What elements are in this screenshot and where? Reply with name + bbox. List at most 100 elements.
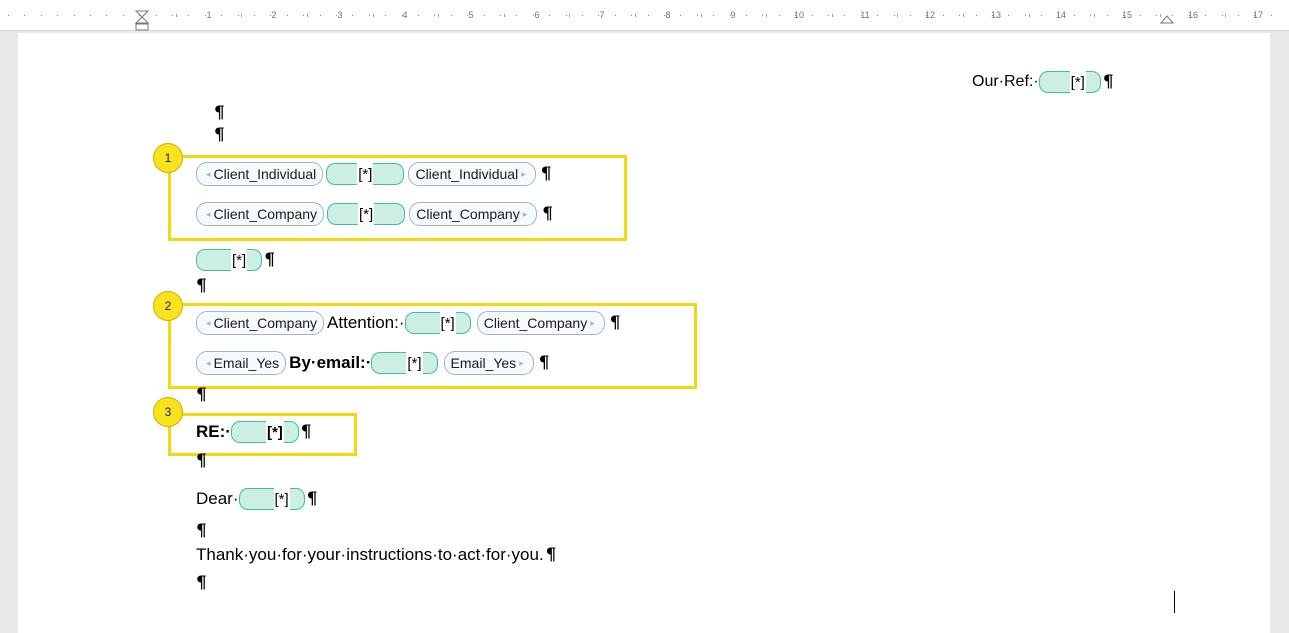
ruler-number: 7 [599, 10, 605, 20]
ruler-number: 15 [1121, 10, 1133, 20]
ruler-dot [943, 15, 944, 16]
empty-paragraph[interactable]: ¶ [214, 103, 225, 123]
ruler-dot [976, 15, 977, 16]
client-company-line[interactable]: ◂ Client_Company [*] Client_Company ▸ ¶ [196, 202, 553, 226]
address-placeholder[interactable]: [*] [196, 248, 263, 272]
re-line[interactable]: RE:· [*] ¶ [196, 420, 312, 444]
text-cursor [1174, 591, 1175, 613]
re-label: RE:· [196, 422, 231, 441]
ruler-number: 9 [730, 10, 736, 20]
ruler-half-tick [1160, 14, 1161, 17]
callout-badge-1: 1 [153, 143, 183, 173]
ruler-number: 1 [206, 10, 212, 20]
salutation-line[interactable]: Dear· [*] ¶ [196, 487, 318, 511]
attention-line[interactable]: ◂ Client_Company Attention:· [*] Client_C… [196, 311, 621, 335]
ruler-number: 17 [1252, 10, 1264, 20]
conditional-tag-end[interactable]: Email_Yes ▸ [443, 351, 534, 375]
ruler-dot [1271, 15, 1272, 16]
ruler-dot [549, 15, 550, 16]
conditional-tag-start[interactable]: ◂ Client_Individual [196, 162, 324, 186]
ruler-dot [1140, 15, 1141, 16]
ruler-dot [746, 15, 747, 16]
conditional-tag-end[interactable]: Client_Individual ▸ [408, 162, 536, 186]
ruler-half-tick [963, 14, 964, 17]
ruler-dot [90, 15, 91, 16]
paragraph-mark: ¶ [306, 489, 318, 509]
ruler-dot [582, 15, 583, 16]
ruler-half-tick [176, 14, 177, 17]
ruler-dot [615, 15, 616, 16]
ruler-dot [41, 15, 42, 16]
ruler-number: 12 [924, 10, 936, 20]
client-individual-placeholder[interactable]: [*] [326, 162, 405, 186]
conditional-tag-end[interactable]: Client_Company ▸ [476, 311, 605, 335]
ruler-dot [484, 15, 485, 16]
ruler-dot [1107, 15, 1108, 16]
ruler-dot [779, 15, 780, 16]
conditional-tag-start[interactable]: ◂ Client_Company [196, 202, 325, 226]
ruler-dot [156, 15, 157, 16]
ruler-dot [352, 15, 353, 16]
ruler-dot [844, 15, 845, 16]
dear-label: Dear· [196, 489, 239, 508]
ruler-half-tick [1029, 14, 1030, 17]
ruler-number: 2 [271, 10, 277, 20]
conditional-tag-start[interactable]: ◂ Client_Company [196, 311, 325, 335]
ruler-half-tick [766, 14, 767, 17]
ruler-dot [287, 15, 288, 16]
attention-label: Attention:· [327, 313, 405, 332]
ruler-dot [713, 15, 714, 16]
salutation-placeholder[interactable]: [*] [238, 487, 305, 511]
address-line[interactable]: [*] ¶ [196, 248, 275, 272]
ruler-dot [680, 15, 681, 16]
ruler-dot [500, 15, 501, 16]
paragraph-mark: ¶ [300, 422, 312, 442]
our-ref-placeholder[interactable]: [*] [1038, 70, 1101, 94]
empty-paragraph[interactable]: ¶ [214, 125, 225, 145]
our-ref-line[interactable]: Our·Ref:· [*] ¶ [972, 70, 1114, 94]
attention-placeholder[interactable]: [*] [404, 311, 471, 335]
ruler-dot [221, 15, 222, 16]
empty-paragraph[interactable]: ¶ [196, 276, 207, 296]
ruler-dot [828, 15, 829, 16]
conditional-tag-start[interactable]: ◂ Email_Yes [196, 351, 287, 375]
document-page[interactable]: Our·Ref:· [*] ¶ ¶ ¶ 1 ◂ Client_Individual… [18, 33, 1270, 633]
ruler-dot [8, 15, 9, 16]
conditional-tag-end[interactable]: Client_Company ▸ [409, 202, 538, 226]
ruler-dot [434, 15, 435, 16]
ruler-dot [648, 15, 649, 16]
re-placeholder[interactable]: [*] [230, 420, 299, 444]
ruler-half-tick [241, 14, 242, 17]
ruler-number: 4 [402, 10, 408, 20]
horizontal-ruler[interactable]: 1 2 3 4 5 6 7 8 9 10 11 12 13 14 15 16 17 [0, 0, 1289, 31]
ruler-half-tick [307, 14, 308, 17]
ruler-dot [123, 15, 124, 16]
ruler-dot [1238, 15, 1239, 16]
client-individual-line[interactable]: ◂ Client_Individual [*] Client_Individual… [196, 162, 552, 186]
ruler-dot [1222, 15, 1223, 16]
ruler-dot [57, 15, 58, 16]
ruler-dot [697, 15, 698, 16]
empty-paragraph[interactable]: ¶ [196, 451, 207, 471]
callout-badge-3: 3 [153, 397, 183, 427]
ruler-dot [254, 15, 255, 16]
ruler-number: 11 [860, 10, 870, 20]
ruler-half-tick [701, 14, 702, 17]
ruler-half-tick [1094, 14, 1095, 17]
by-email-line[interactable]: ◂ Email_Yes By·email:· [*] Email_Yes ▸ ¶ [196, 351, 550, 375]
ruler-dot [1074, 15, 1075, 16]
body-text-line[interactable]: Thank·you·for·your·instructions·to·act·f… [196, 545, 557, 565]
ruler-dot [74, 15, 75, 16]
by-email-placeholder[interactable]: [*] [371, 351, 438, 375]
empty-paragraph[interactable]: ¶ [196, 573, 207, 593]
client-company-placeholder[interactable]: [*] [327, 202, 406, 226]
empty-paragraph[interactable]: ¶ [196, 521, 207, 541]
empty-paragraph[interactable]: ¶ [196, 385, 207, 405]
ruler-number: 16 [1187, 10, 1199, 20]
ruler-dot [566, 15, 567, 16]
ruler-dot [418, 15, 419, 16]
right-margin-area [1272, 33, 1289, 625]
paragraph-mark: ¶ [609, 313, 621, 333]
left-indent-marker-icon[interactable] [135, 10, 149, 32]
ruler-number: 3 [337, 10, 343, 20]
